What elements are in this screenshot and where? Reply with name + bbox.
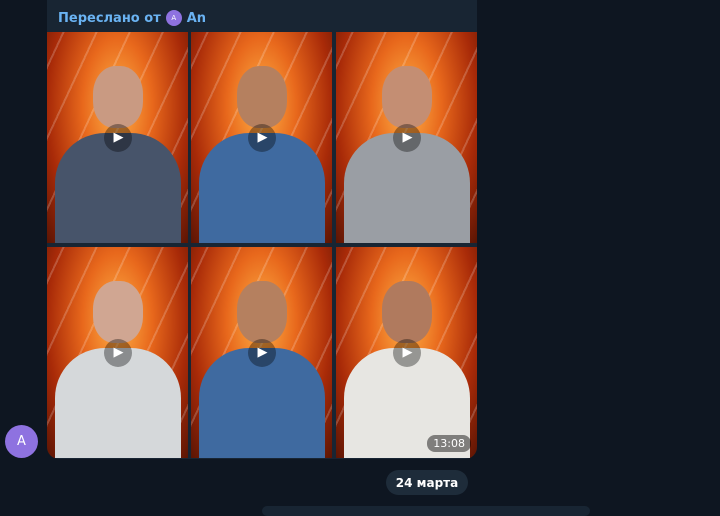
video-thumbnail[interactable]: ▶ 13:08 — [336, 247, 477, 458]
forwarded-message-bubble[interactable]: Переслано от A An ▶ ▶ ▶ ▶ ▶ ▶ 13:08 — [47, 0, 477, 459]
forwarded-prefix: Переслано от — [58, 10, 161, 26]
video-thumbnail[interactable]: ▶ — [191, 32, 332, 243]
next-message-bubble[interactable] — [262, 506, 590, 516]
video-duration: 13:08 — [427, 435, 471, 452]
play-icon[interactable]: ▶ — [103, 123, 132, 152]
forwarded-header[interactable]: Переслано от A An — [58, 9, 206, 27]
video-thumbnail[interactable]: ▶ — [47, 247, 188, 458]
play-icon[interactable]: ▶ — [247, 123, 276, 152]
video-thumbnail[interactable]: ▶ — [336, 32, 477, 243]
person-head — [92, 65, 143, 128]
video-thumbnail[interactable]: ▶ — [191, 247, 332, 458]
person-head — [236, 65, 287, 128]
person-head — [92, 280, 143, 343]
person-head — [381, 65, 432, 128]
forwarded-avatar: A — [165, 10, 182, 26]
date-separator[interactable]: 24 марта — [386, 470, 468, 495]
sender-avatar[interactable]: A — [5, 425, 38, 458]
person-head — [236, 280, 287, 343]
play-icon[interactable]: ▶ — [247, 338, 276, 367]
forwarded-from-name[interactable]: An — [187, 11, 206, 26]
play-icon[interactable]: ▶ — [103, 338, 132, 367]
video-thumbnail[interactable]: ▶ — [47, 32, 188, 243]
video-album: ▶ ▶ ▶ ▶ ▶ ▶ 13:08 — [47, 32, 477, 458]
play-icon[interactable]: ▶ — [392, 338, 421, 367]
person-head — [381, 280, 432, 343]
play-icon[interactable]: ▶ — [392, 123, 421, 152]
